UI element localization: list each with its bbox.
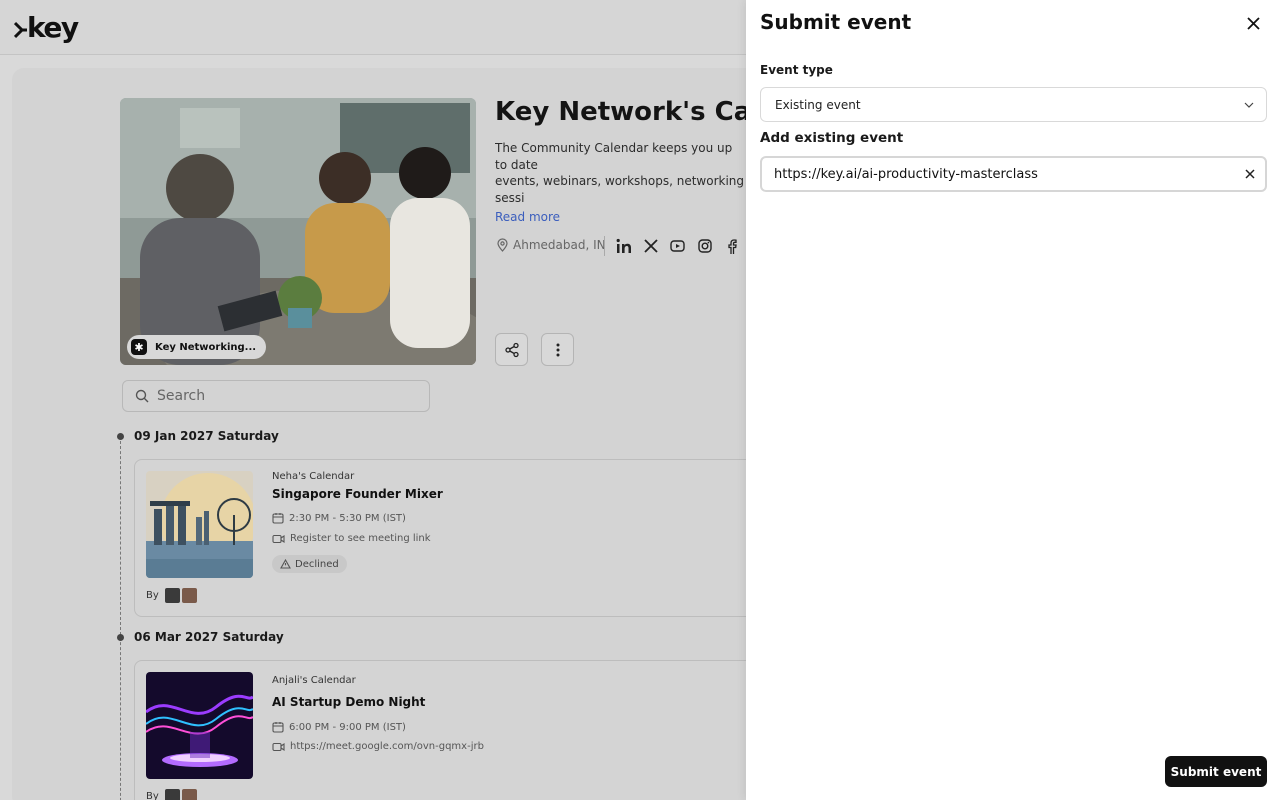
status-text: Declined xyxy=(295,558,339,570)
event-meeting-link: Register to see meeting link xyxy=(272,533,431,544)
event-type-value: Existing event xyxy=(775,97,861,112)
calendar-description: The Community Calendar keeps you up to d… xyxy=(495,141,745,205)
submit-event-button[interactable]: Submit event xyxy=(1165,756,1267,787)
by-label: By xyxy=(146,590,159,601)
clear-icon[interactable] xyxy=(1245,169,1255,179)
event-title[interactable]: AI Startup Demo Night xyxy=(272,695,425,709)
event-link-text[interactable]: https://meet.google.com/ovn-gqmx-jrb xyxy=(290,741,484,752)
location-pin-icon xyxy=(497,238,508,252)
event-type-select[interactable]: Existing event xyxy=(760,87,1267,122)
facebook-icon[interactable] xyxy=(723,238,740,255)
status-badge: Declined xyxy=(272,555,347,573)
event-url-field[interactable] xyxy=(760,156,1267,192)
social-links xyxy=(604,236,740,256)
event-meeting-link: https://meet.google.com/ovn-gqmx-jrb xyxy=(272,741,484,752)
event-time-text: 6:00 PM - 9:00 PM (IST) xyxy=(289,721,406,733)
event-link-text: Register to see meeting link xyxy=(290,533,431,544)
avatar[interactable] xyxy=(181,789,197,800)
avatar[interactable] xyxy=(181,588,197,603)
add-existing-event-label: Add existing event xyxy=(760,130,904,146)
x-twitter-icon[interactable] xyxy=(642,238,659,255)
event-time: 6:00 PM - 9:00 PM (IST) xyxy=(272,721,406,733)
avatar[interactable] xyxy=(164,789,180,800)
timeline-dot xyxy=(117,634,124,641)
by-label: By xyxy=(146,791,159,800)
search-icon xyxy=(135,389,149,403)
key-logo[interactable]: key xyxy=(13,11,79,44)
share-button[interactable] xyxy=(495,333,528,366)
event-hosts: By xyxy=(146,789,197,800)
warning-icon xyxy=(280,559,291,569)
location: Ahmedabad, IN xyxy=(496,238,606,252)
chevron-down-icon xyxy=(1244,102,1254,108)
youtube-icon[interactable] xyxy=(669,238,686,255)
event-type-label: Event type xyxy=(760,63,833,77)
event-date: 09 Jan 2027 Saturday xyxy=(134,429,279,443)
calendar-owner-name: Key Networking... xyxy=(155,341,257,353)
share-icon xyxy=(504,342,519,357)
event-calendar-name: Anjali's Calendar xyxy=(272,675,356,686)
event-thumbnail xyxy=(146,471,253,578)
calendar-icon xyxy=(272,722,284,733)
instagram-icon[interactable] xyxy=(696,238,713,255)
linkedin-icon[interactable] xyxy=(615,238,632,255)
key-mark-icon: ✱ xyxy=(131,339,147,355)
search-input[interactable] xyxy=(157,388,397,404)
event-card[interactable]: Neha's Calendar Singapore Founder Mixer … xyxy=(134,459,774,617)
event-url-input[interactable] xyxy=(774,166,1214,182)
submit-event-panel: Submit event Event type Existing event A… xyxy=(746,0,1280,800)
panel-title: Submit event xyxy=(760,10,912,34)
event-time-text: 2:30 PM - 5:30 PM (IST) xyxy=(289,512,406,524)
logo-text: key xyxy=(13,11,79,44)
event-date: 06 Mar 2027 Saturday xyxy=(134,630,284,644)
calendar-owner-badge[interactable]: ✱ Key Networking... xyxy=(127,335,267,359)
video-icon xyxy=(272,534,285,543)
event-card[interactable]: Anjali's Calendar AI Startup Demo Night … xyxy=(134,660,774,800)
event-hosts: By xyxy=(146,588,197,603)
calendar-cover-image: ✱ Key Networking... xyxy=(120,98,476,365)
timeline-dot xyxy=(117,433,124,440)
timeline-line xyxy=(120,436,121,800)
more-options-button[interactable] xyxy=(541,333,574,366)
vertical-dots-icon xyxy=(556,343,559,356)
event-calendar-name: Neha's Calendar xyxy=(272,471,355,482)
calendar-icon xyxy=(272,513,284,524)
event-time: 2:30 PM - 5:30 PM (IST) xyxy=(272,512,406,524)
event-title[interactable]: Singapore Founder Mixer xyxy=(272,487,443,501)
avatar[interactable] xyxy=(164,588,180,603)
close-button[interactable] xyxy=(1244,14,1262,32)
read-more-link[interactable]: Read more xyxy=(495,210,560,224)
search-box[interactable] xyxy=(122,380,430,412)
video-icon xyxy=(272,742,285,751)
event-thumbnail xyxy=(146,672,253,779)
location-text: Ahmedabad, IN xyxy=(513,238,606,252)
close-icon xyxy=(1246,16,1260,30)
